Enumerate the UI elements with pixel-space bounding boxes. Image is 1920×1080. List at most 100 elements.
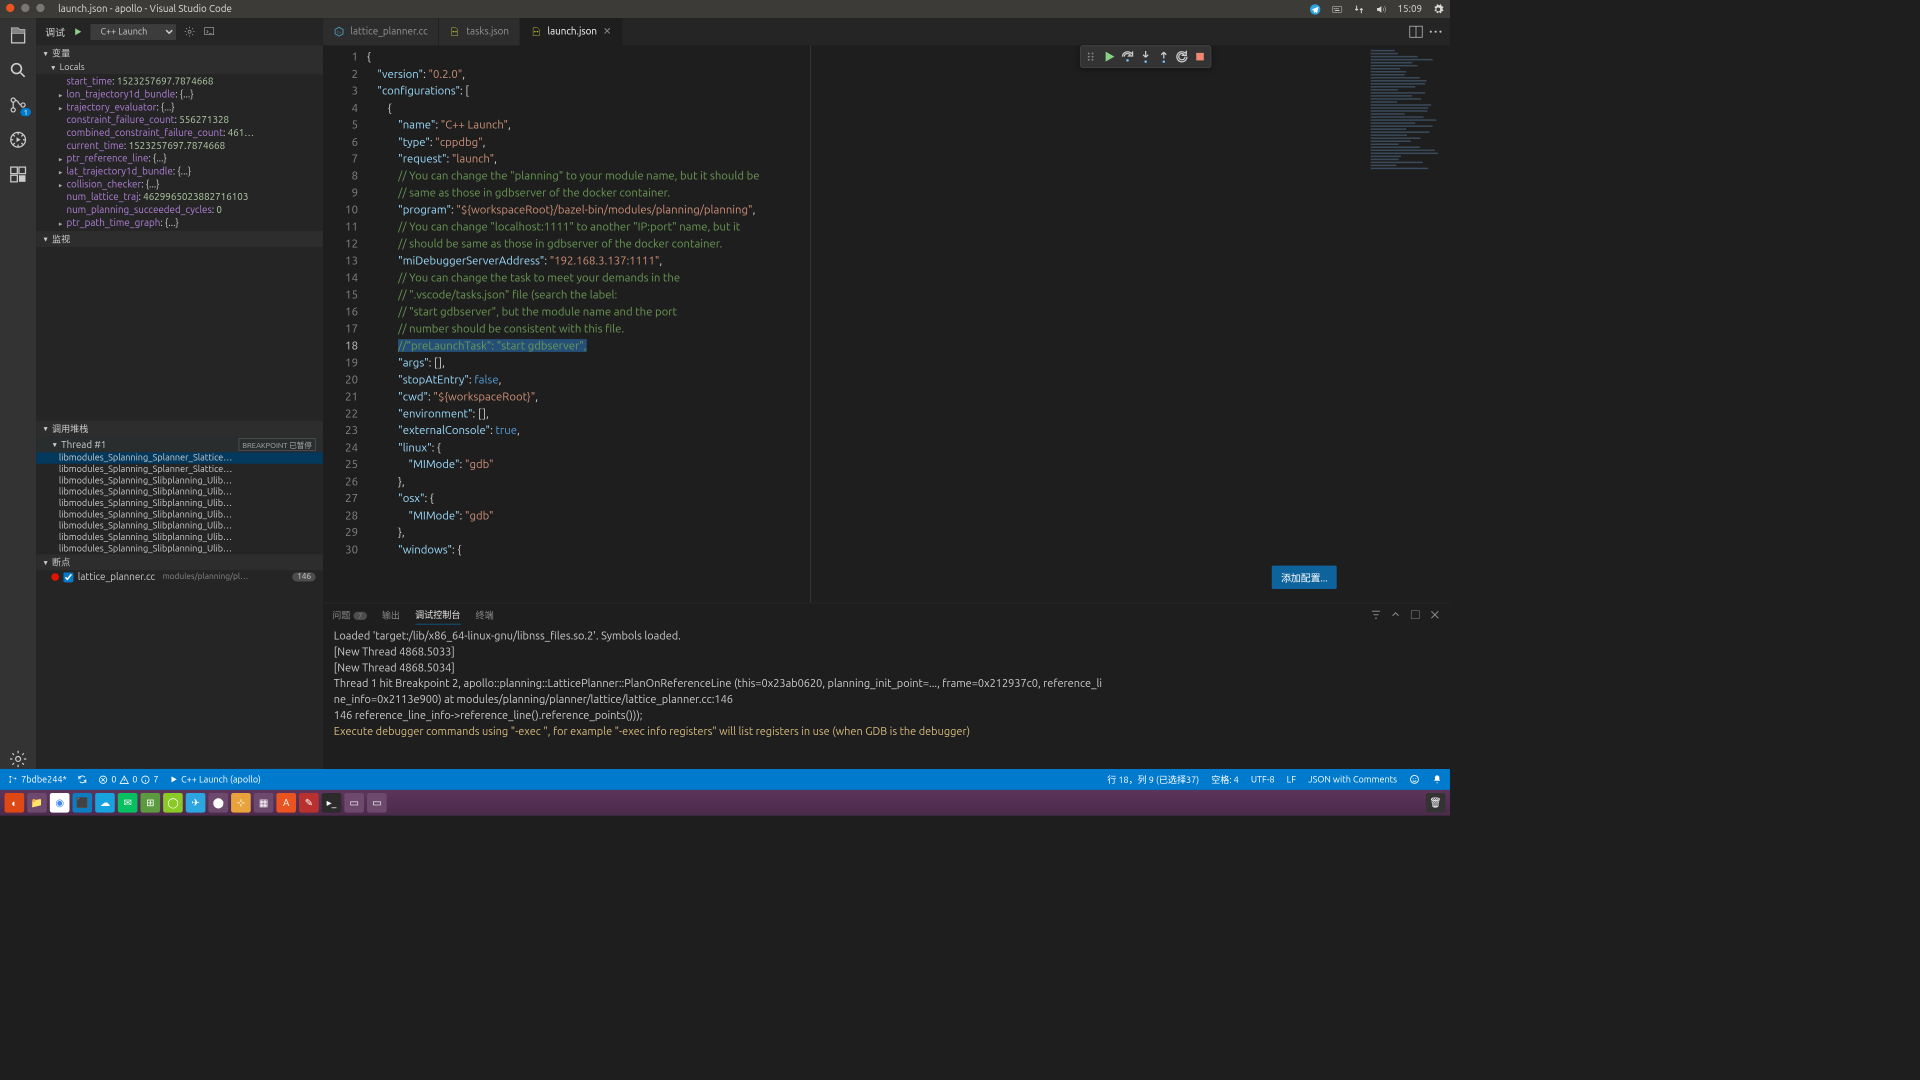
debug-config-select[interactable]: C++ Launch bbox=[91, 24, 176, 40]
stack-frame[interactable]: libmodules_Splanning_Slibplanning_Ulib… bbox=[36, 543, 323, 554]
app-icon-10[interactable]: ✎ bbox=[299, 793, 319, 813]
keyboard-icon[interactable] bbox=[1332, 3, 1343, 14]
status-problems[interactable]: 0 0 7 bbox=[99, 774, 159, 784]
minimap[interactable] bbox=[1367, 45, 1450, 602]
volume-icon[interactable] bbox=[1376, 3, 1387, 14]
stack-frame[interactable]: libmodules_Splanning_Slibplanning_Ulib… bbox=[36, 509, 323, 520]
explorer-icon[interactable] bbox=[8, 26, 28, 46]
editor[interactable]: 1234567891011121314151617181920212223242… bbox=[323, 45, 1450, 602]
window-min-icon[interactable] bbox=[21, 4, 29, 12]
trash-icon[interactable]: 🗑 bbox=[1426, 793, 1446, 813]
status-spaces[interactable]: 空格: 4 bbox=[1211, 773, 1239, 786]
debug-icon[interactable] bbox=[8, 130, 28, 150]
status-feedback-icon[interactable] bbox=[1409, 773, 1420, 786]
variables-header[interactable]: ▼变量 bbox=[36, 45, 323, 61]
telegram-icon[interactable] bbox=[1310, 3, 1321, 14]
os-taskbar[interactable]: ◐ 📁 ◉ ⬛ ☁ ✉ ⊞ ◯ ✈ ⬤ ⊹ ▦ A ✎ ▸_ ▭ ▭ 🗑 bbox=[0, 790, 1450, 816]
debug-console-icon[interactable] bbox=[203, 26, 215, 38]
local-var[interactable]: ▸ptr_path_time_graph: {...} bbox=[36, 217, 323, 230]
chrome-icon[interactable]: ◉ bbox=[50, 793, 70, 813]
app-icon-3[interactable]: ✉ bbox=[118, 793, 138, 813]
continue-icon[interactable] bbox=[1102, 49, 1117, 64]
tab-terminal[interactable]: 终端 bbox=[476, 605, 494, 624]
app-icon-11[interactable]: ▭ bbox=[344, 793, 364, 813]
local-var[interactable]: ▸lon_trajectory1d_bundle: {...} bbox=[36, 88, 323, 101]
more-icon[interactable] bbox=[1427, 23, 1444, 40]
step-over-icon[interactable] bbox=[1120, 49, 1135, 64]
editor-tab[interactable]: launch.json✕ bbox=[520, 18, 622, 45]
status-language[interactable]: JSON with Comments bbox=[1308, 773, 1397, 786]
stack-frame[interactable]: libmodules_Splanning_Slibplanning_Ulib… bbox=[36, 498, 323, 509]
local-var[interactable]: num_lattice_traj: 4629965023882716103 bbox=[36, 191, 323, 204]
debug-toolbar[interactable] bbox=[1080, 45, 1211, 68]
code-content[interactable]: { "version": "0.2.0", "configurations": … bbox=[367, 45, 1367, 602]
breakpoints-header[interactable]: ▼断点 bbox=[36, 554, 323, 570]
stack-frame[interactable]: libmodules_Splanning_Slibplanning_Ulib… bbox=[36, 475, 323, 486]
status-sync[interactable] bbox=[77, 774, 88, 785]
tab-debug-console[interactable]: 调试控制台 bbox=[415, 605, 460, 625]
app-icon-12[interactable]: ▭ bbox=[367, 793, 387, 813]
panel-max-icon[interactable] bbox=[1409, 609, 1421, 621]
files-icon[interactable]: 📁 bbox=[27, 793, 47, 813]
app-icon-1[interactable]: ⬛ bbox=[72, 793, 92, 813]
drag-handle-icon[interactable] bbox=[1084, 49, 1099, 64]
app-icon-9[interactable]: A bbox=[276, 793, 296, 813]
local-var[interactable]: constraint_failure_count: 556271328 bbox=[36, 114, 323, 127]
stack-frame[interactable]: libmodules_Splanning_Slibplanning_Ulib… bbox=[36, 532, 323, 543]
extensions-icon[interactable] bbox=[8, 165, 28, 185]
status-eol[interactable]: LF bbox=[1287, 773, 1296, 786]
panel-close-icon[interactable] bbox=[1429, 609, 1441, 621]
step-out-icon[interactable] bbox=[1156, 49, 1171, 64]
clock[interactable]: 15:09 bbox=[1397, 4, 1422, 15]
editor-tab[interactable]: C+lattice_planner.cc bbox=[323, 18, 439, 45]
stack-frame[interactable]: libmodules_Splanning_Slibplanning_Ulib… bbox=[36, 520, 323, 531]
panel-filter-icon[interactable] bbox=[1370, 609, 1382, 621]
local-var[interactable]: ▸ptr_reference_line: {...} bbox=[36, 153, 323, 166]
restart-icon[interactable] bbox=[1174, 49, 1189, 64]
app-icon-2[interactable]: ☁ bbox=[95, 793, 115, 813]
local-var[interactable]: combined_constraint_failure_count: 461… bbox=[36, 127, 323, 140]
panel-up-icon[interactable] bbox=[1390, 609, 1402, 621]
app-icon-6[interactable]: ⬤ bbox=[208, 793, 228, 813]
stop-icon[interactable] bbox=[1192, 49, 1207, 64]
locals-header[interactable]: ▼Locals bbox=[36, 61, 323, 74]
window-max-icon[interactable] bbox=[36, 4, 44, 12]
local-var[interactable]: ▸trajectory_evaluator: {...} bbox=[36, 101, 323, 114]
local-var[interactable]: start_time: 1523257697.7874668 bbox=[36, 76, 323, 89]
settings-gear-icon[interactable] bbox=[8, 749, 28, 769]
terminal-app-icon[interactable]: ▸_ bbox=[322, 793, 342, 813]
debug-console[interactable]: Loaded 'target:/lib/x86_64-linux-gnu/lib… bbox=[323, 626, 1450, 769]
status-launch[interactable]: C++ Launch (apollo) bbox=[169, 774, 261, 784]
editor-tab[interactable]: tasks.json bbox=[439, 18, 520, 45]
local-var[interactable]: ▸lat_trajectory1d_bundle: {...} bbox=[36, 165, 323, 178]
thread-row[interactable]: ▼Thread #1BREAKPOINT 已暂停 bbox=[36, 437, 323, 453]
status-cursor[interactable]: 行 18，列 9 (已选择37) bbox=[1107, 773, 1199, 786]
ubuntu-icon[interactable]: ◐ bbox=[5, 793, 25, 813]
gear-icon[interactable] bbox=[1433, 3, 1444, 14]
app-icon-4[interactable]: ⊞ bbox=[140, 793, 160, 813]
status-bell-icon[interactable] bbox=[1432, 773, 1443, 786]
stack-frame[interactable]: libmodules_Splanning_Slibplanning_Ulib… bbox=[36, 486, 323, 497]
breakpoint-checkbox[interactable] bbox=[63, 572, 73, 582]
split-editor-icon[interactable] bbox=[1408, 23, 1425, 40]
start-debug-icon[interactable] bbox=[73, 26, 84, 37]
debug-settings-icon[interactable] bbox=[184, 26, 196, 38]
status-branch[interactable]: 7bdbe244* bbox=[8, 774, 67, 785]
breakpoint-row[interactable]: lattice_planner.cc modules/planning/pl… … bbox=[36, 570, 323, 584]
window-close-icon[interactable] bbox=[6, 4, 14, 12]
tab-problems[interactable]: 问题7 bbox=[332, 605, 366, 624]
window-controls[interactable] bbox=[6, 4, 49, 15]
app-icon-8[interactable]: ▦ bbox=[254, 793, 274, 813]
tab-close-icon[interactable]: ✕ bbox=[603, 26, 611, 37]
local-var[interactable]: ▸collision_checker: {...} bbox=[36, 178, 323, 191]
app-icon-5[interactable]: ◯ bbox=[163, 793, 183, 813]
add-config-button[interactable]: 添加配置... bbox=[1272, 566, 1337, 589]
app-icon-7[interactable]: ⊹ bbox=[231, 793, 251, 813]
scm-icon[interactable] bbox=[8, 95, 28, 115]
tab-output[interactable]: 输出 bbox=[382, 605, 400, 624]
status-encoding[interactable]: UTF-8 bbox=[1251, 773, 1275, 786]
step-into-icon[interactable] bbox=[1138, 49, 1153, 64]
local-var[interactable]: num_planning_succeeded_cycles: 0 bbox=[36, 204, 323, 217]
stack-frame[interactable]: libmodules_Splanning_Splanner_Slattice… bbox=[36, 464, 323, 475]
watch-header[interactable]: ▼监视 bbox=[36, 231, 323, 247]
